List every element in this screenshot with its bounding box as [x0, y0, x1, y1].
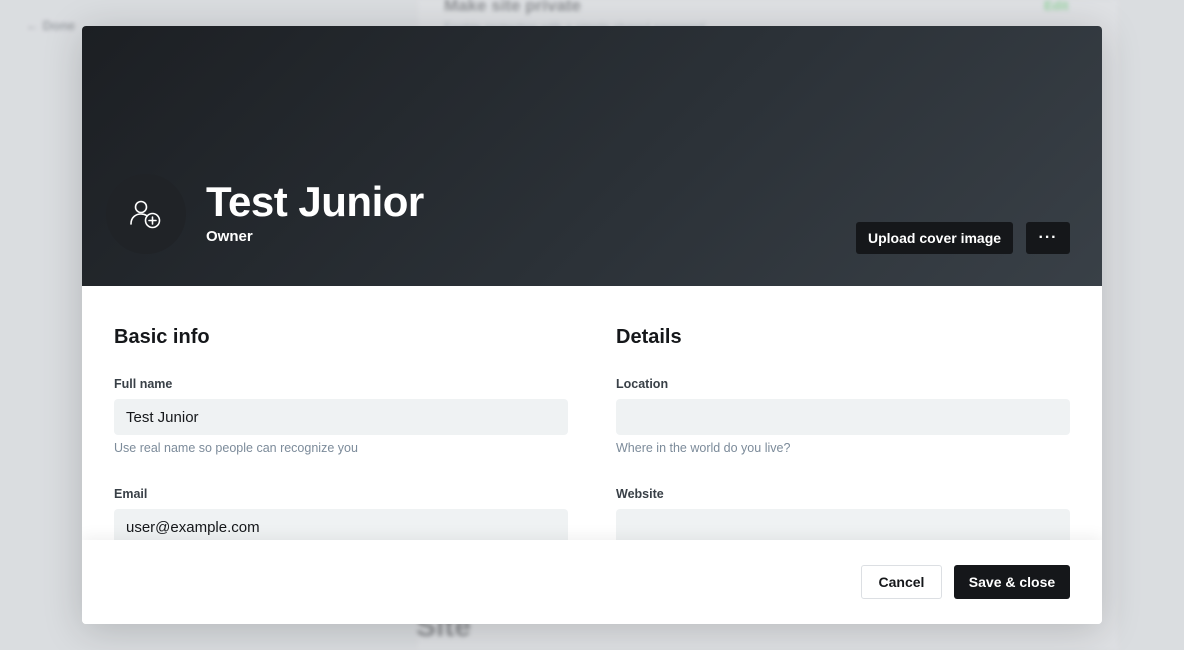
location-input[interactable] [616, 399, 1070, 435]
upload-cover-button[interactable]: Upload cover image [856, 222, 1014, 254]
email-label: Email [114, 487, 148, 501]
website-label: Website [616, 487, 664, 501]
full-name-label: Full name [114, 377, 173, 391]
full-name-input[interactable]: Test Junior [114, 399, 568, 435]
location-label: Location [616, 377, 669, 391]
email-input[interactable]: user@example.com [114, 509, 568, 540]
website-input[interactable] [616, 509, 1070, 540]
modal-footer: Cancel Save & close [82, 540, 1102, 624]
location-hint: Where in the world do you live? [616, 441, 791, 455]
details-title: Details [616, 326, 682, 348]
cancel-button[interactable]: Cancel [861, 565, 942, 599]
avatar[interactable] [106, 174, 186, 254]
basic-info-title: Basic info [114, 326, 210, 348]
more-options-button[interactable]: ··· [1026, 222, 1070, 254]
profile-role: Owner [206, 228, 253, 245]
cover-image: Test Junior Owner Upload cover image ··· [82, 26, 1102, 286]
profile-modal: Test Junior Owner Upload cover image ···… [82, 26, 1102, 624]
full-name-hint: Use real name so people can recognize yo… [114, 441, 358, 455]
save-and-close-button[interactable]: Save & close [954, 565, 1070, 599]
profile-name: Test Junior [206, 178, 424, 225]
user-plus-icon [130, 200, 161, 229]
profile-form: Basic info Full name Test Junior Use rea… [82, 286, 1102, 540]
